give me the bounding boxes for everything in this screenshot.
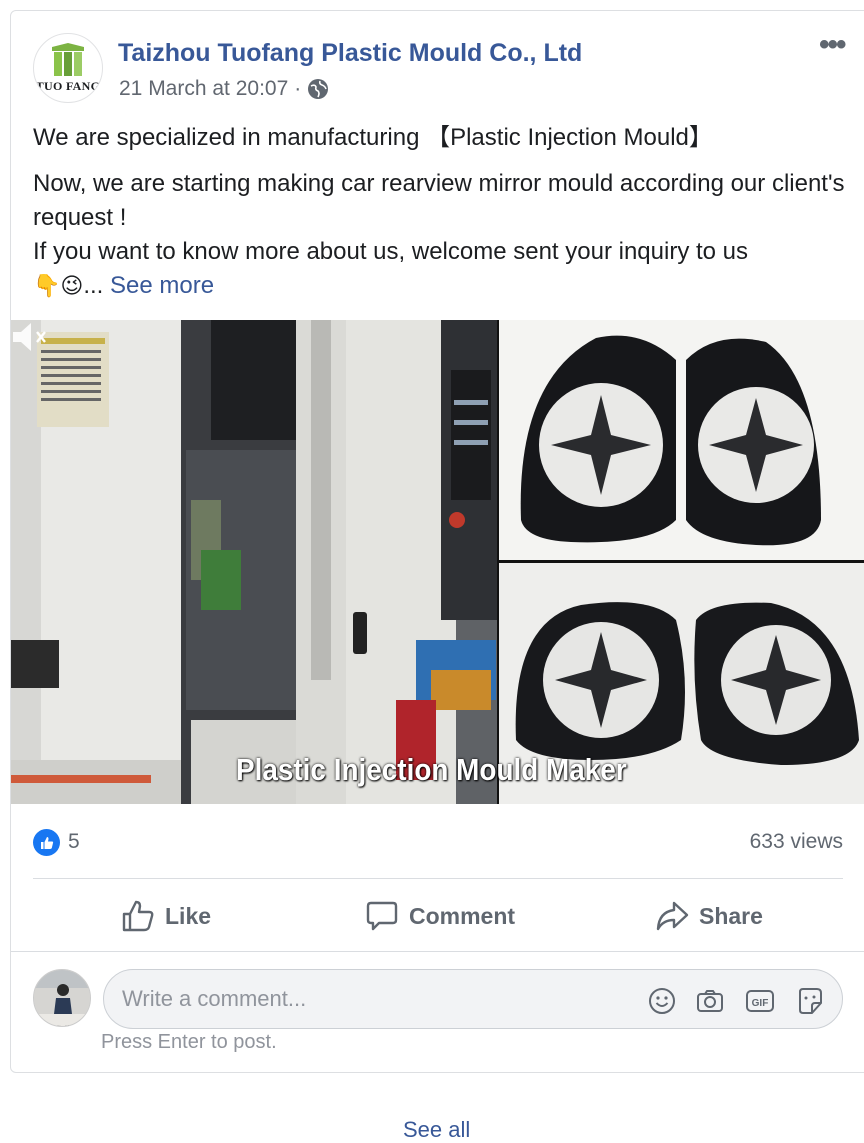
globe-icon[interactable] <box>307 78 329 100</box>
share-button[interactable]: Share <box>655 891 763 941</box>
tuofang-logo-icon <box>52 43 84 76</box>
user-avatar[interactable] <box>33 969 91 1027</box>
share-arrow-icon <box>656 901 689 931</box>
more-options-icon[interactable]: ••• <box>819 30 846 60</box>
svg-text:GIF: GIF <box>752 998 769 1009</box>
like-count[interactable]: 5 <box>68 830 80 854</box>
post-stats: 5 633 views <box>33 829 843 859</box>
divider <box>33 878 843 879</box>
thumbs-up-icon <box>122 900 154 932</box>
post-header: TUO FANG Taizhou Tuofang Plastic Mould C… <box>33 33 864 105</box>
gif-icon[interactable]: GIF <box>745 986 775 1016</box>
share-button-label: Share <box>699 902 763 929</box>
winking-face-emoji: 😉 <box>60 273 84 298</box>
comment-composer: GIF <box>33 969 853 1031</box>
thumbs-up-icon <box>40 836 53 849</box>
view-count: 633 views <box>749 830 843 853</box>
user-photo <box>34 970 90 1026</box>
video-player[interactable]: Plastic Injection Mould Maker <box>11 320 864 804</box>
camera-icon[interactable] <box>695 986 725 1016</box>
post-body: We are specialized in manufacturing 【Pla… <box>33 121 863 303</box>
post-text-line-3: If you want to know more about us, welco… <box>33 238 749 265</box>
comment-bubble-icon <box>366 901 398 931</box>
comment-button[interactable]: Comment <box>365 891 515 941</box>
comment-button-label: Comment <box>409 902 516 929</box>
sticker-icon[interactable] <box>795 986 825 1016</box>
video-overlay-caption: Plastic Injection Mould Maker <box>236 752 627 787</box>
post-card: TUO FANG Taizhou Tuofang Plastic Mould C… <box>10 10 864 1073</box>
like-reaction-icon[interactable] <box>33 829 60 856</box>
ellipsis: ... <box>83 272 104 299</box>
comment-input[interactable] <box>122 984 602 1014</box>
video-frame <box>11 320 864 804</box>
pointing-down-emoji: 👇 <box>33 273 61 298</box>
page-name-link[interactable]: Taizhou Tuofang Plastic Mould Co., Ltd <box>118 39 582 68</box>
emoji-icon[interactable] <box>647 986 677 1016</box>
page-avatar[interactable]: TUO FANG <box>33 33 103 103</box>
post-text-line-1: We are specialized in manufacturing 【Pla… <box>33 124 713 151</box>
see-more-link[interactable]: See more <box>110 272 214 299</box>
comment-hint: Press Enter to post. <box>101 1031 277 1053</box>
comment-box[interactable]: GIF <box>103 969 843 1029</box>
post-text-line-2: Now, we are starting making car rearview… <box>33 170 845 231</box>
post-meta: 21 March at 20:07 · <box>119 77 329 101</box>
like-button[interactable]: Like <box>121 891 211 941</box>
action-bar: Like Comment Share <box>33 891 843 941</box>
like-button-label: Like <box>165 902 212 929</box>
see-all-link[interactable]: See all <box>403 1117 470 1143</box>
speaker-muted-icon[interactable] <box>11 320 51 354</box>
meta-separator: · <box>294 77 302 100</box>
post-timestamp[interactable]: 21 March at 20:07 <box>119 77 288 101</box>
logo-text: TUO FANG <box>35 79 101 93</box>
divider <box>11 951 864 952</box>
